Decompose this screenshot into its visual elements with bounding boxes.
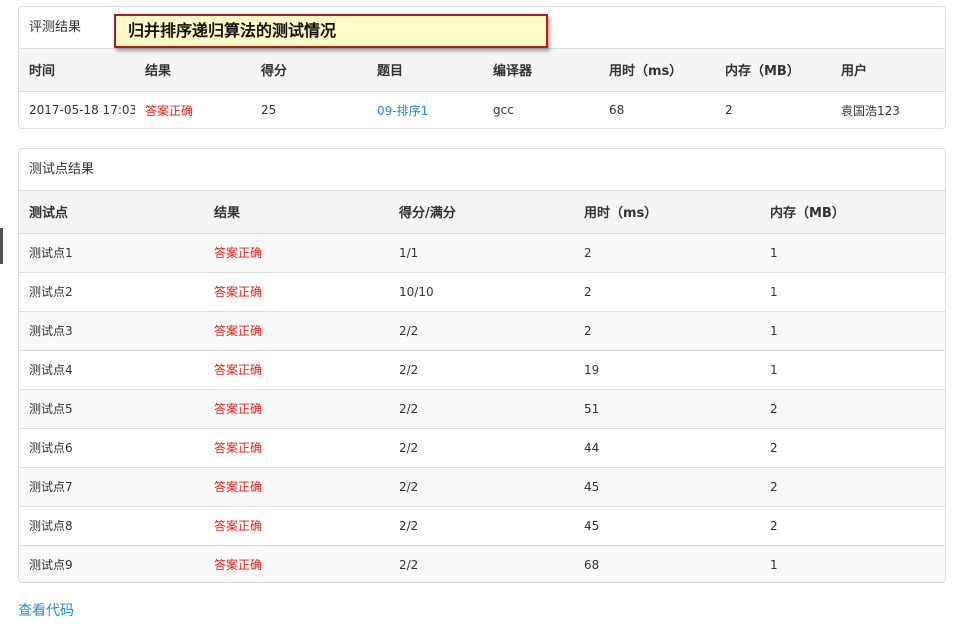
testcase-time: 45 [574,506,760,546]
table-row: 测试点5 答案正确 2/2 51 2 [19,389,945,429]
col-header-time: 时间 [19,49,135,92]
testcase-result: 答案正确 [204,272,389,312]
testcase-name: 测试点3 [19,311,204,351]
table-row: 测试点6 答案正确 2/2 44 2 [19,428,945,468]
table-row: 测试点4 答案正确 2/2 19 1 [19,350,945,390]
testcase-result-title: 测试点结果 [19,149,945,191]
view-code-link[interactable]: 查看代码 [18,600,74,620]
testcase-time: 68 [574,545,760,582]
testcase-header-row: 测试点 结果 得分/满分 用时（ms） 内存（MB） [19,191,945,234]
compiler: gcc [493,103,514,118]
testcase-time: 2 [574,311,760,351]
testcase-result: 答案正确 [204,233,389,273]
testcase-time: 45 [574,467,760,507]
testcase-time: 19 [574,350,760,390]
testcase-result: 答案正确 [204,350,389,390]
score: 25 [261,103,277,118]
testcase-name: 测试点6 [19,428,204,468]
testcase-score: 2/2 [389,311,574,351]
testcase-result: 答案正确 [204,545,389,582]
testcase-score: 2/2 [389,545,574,582]
col-header-problem: 题目 [367,49,483,92]
testcase-score: 2/2 [389,506,574,546]
testcase-result: 答案正确 [204,467,389,507]
col-header-result: 结果 [135,49,251,92]
table-row: 测试点3 答案正确 2/2 2 1 [19,311,945,351]
col-header-score: 得分 [251,49,367,92]
col-header-time-ms: 用时（ms） [574,191,760,234]
col-header-memory: 内存（MB） [715,49,831,92]
testcase-memory: 1 [760,272,945,312]
testcase-time: 51 [574,389,760,429]
testcase-name: 测试点1 [19,233,204,273]
testcase-score: 10/10 [389,272,574,312]
user-name: 袁国浩123 [841,103,900,118]
testcase-score: 2/2 [389,350,574,390]
testcase-time: 44 [574,428,760,468]
testcase-score: 2/2 [389,389,574,429]
testcase-memory: 1 [760,350,945,390]
submit-time: 2017-05-18 17:03 [29,103,135,118]
col-header-testcase: 测试点 [19,191,204,234]
col-header-memory: 内存（MB） [760,191,945,234]
testcase-memory: 2 [760,428,945,468]
testcase-memory: 2 [760,389,945,429]
result-status: 答案正确 [145,103,194,118]
testcase-name: 测试点7 [19,467,204,507]
judge-row: 2017-05-18 17:03 答案正确 25 09-排序1 gcc 68 2… [19,91,945,128]
testcase-score: 2/2 [389,467,574,507]
testcase-table: 测试点 结果 得分/满分 用时（ms） 内存（MB） 测试点1 答案正确 1/1… [19,191,945,582]
testcase-name: 测试点9 [19,545,204,582]
testcase-score: 1/1 [389,233,574,273]
testcase-name: 测试点4 [19,350,204,390]
problem-link[interactable]: 09-排序1 [377,104,428,118]
judge-result-table: 时间 结果 得分 题目 编译器 用时（ms） 内存（MB） 用户 2017-05… [19,49,945,128]
testcase-memory: 1 [760,311,945,351]
testcase-memory: 2 [760,467,945,507]
col-header-score-full: 得分/满分 [389,191,574,234]
table-row: 测试点9 答案正确 2/2 68 1 [19,545,945,582]
col-header-time-ms: 用时（ms） [599,49,715,92]
testcase-memory: 1 [760,233,945,273]
testcase-result: 答案正确 [204,311,389,351]
col-header-compiler: 编译器 [483,49,599,92]
testcase-result: 答案正确 [204,428,389,468]
testcase-result: 答案正确 [204,506,389,546]
col-header-result: 结果 [204,191,389,234]
table-row: 测试点1 答案正确 1/1 2 1 [19,233,945,273]
testcase-time: 2 [574,233,760,273]
time-ms: 68 [609,103,625,118]
testcase-memory: 2 [760,506,945,546]
testcase-result: 答案正确 [204,389,389,429]
testcase-memory: 1 [760,545,945,582]
col-header-user: 用户 [831,49,945,92]
table-row: 测试点2 答案正确 10/10 2 1 [19,272,945,312]
judge-header-row: 时间 结果 得分 题目 编译器 用时（ms） 内存（MB） 用户 [19,49,945,92]
testcase-name: 测试点2 [19,272,204,312]
testcase-name: 测试点5 [19,389,204,429]
testcase-result-panel: 测试点结果 测试点 结果 得分/满分 用时（ms） 内存（MB） 测试点1 答案… [18,148,946,583]
testcase-score: 2/2 [389,428,574,468]
table-row: 测试点8 答案正确 2/2 45 2 [19,506,945,546]
annotation-banner: 归并排序递归算法的测试情况 [114,14,548,48]
testcase-time: 2 [574,272,760,312]
memory-mb: 2 [725,103,733,118]
table-row: 测试点7 答案正确 2/2 45 2 [19,467,945,507]
testcase-name: 测试点8 [19,506,204,546]
window-edge-marker [0,228,3,264]
